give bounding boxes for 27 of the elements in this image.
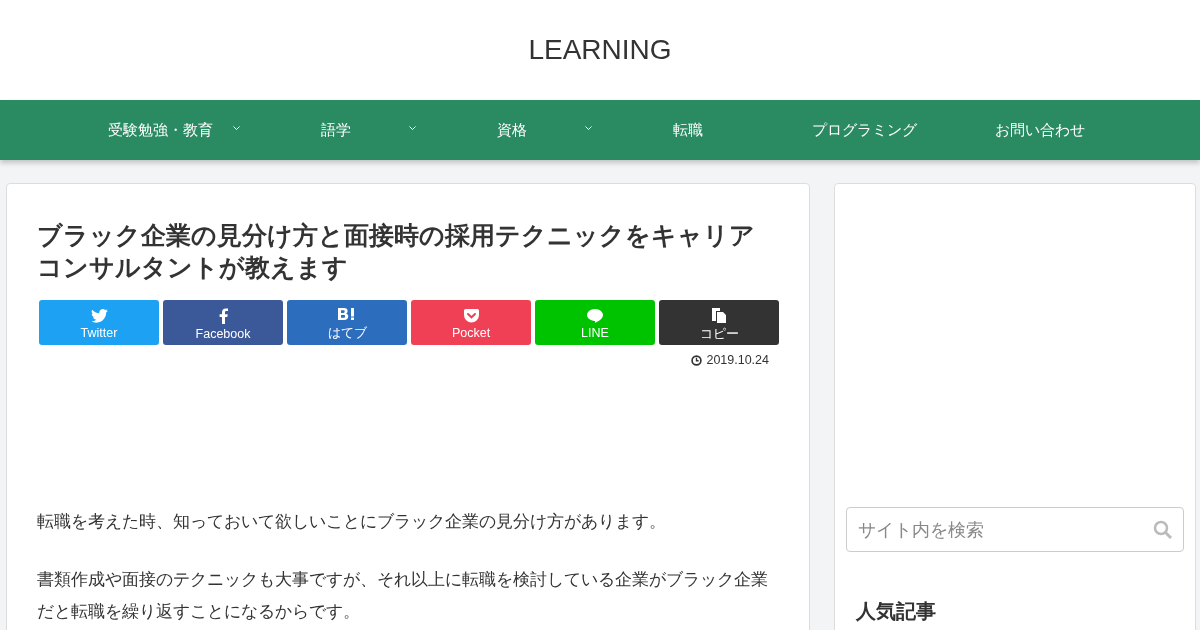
copy-icon <box>712 306 726 323</box>
share-button[interactable]: Twitter <box>39 300 159 345</box>
share-button[interactable]: はてブ <box>287 300 407 345</box>
paragraph: 転職を考えた時、知っておいて欲しいことにブラック企業の見分け方があります。 <box>37 510 667 533</box>
hatena-mark-icon <box>338 307 356 322</box>
article-title: ブラック企業の見分け方と面接時の採用テクニックをキャリアコンサルタントが教えます <box>37 220 756 284</box>
letter-f-icon <box>218 308 228 324</box>
pocket-icon <box>463 309 479 323</box>
nav-item[interactable]: 受験勉強・教育 <box>72 100 248 160</box>
share-button[interactable]: コピー <box>659 300 779 345</box>
share-button[interactable]: Facebook <box>163 300 283 345</box>
nav-item[interactable]: 語学 <box>248 100 424 160</box>
clock-icon <box>691 354 703 366</box>
nav-item[interactable]: 転職 <box>600 100 776 160</box>
search-field[interactable]: サイト内を検索 <box>846 507 1184 552</box>
nav-item[interactable]: プログラミング <box>776 100 952 160</box>
paragraph: 書類作成や面接のテクニックも大事ですが、それ以上に転職を検討している企業がブラック企業だと転職を繰り返すことになるからです。 <box>37 568 769 623</box>
share-button[interactable]: LINE <box>535 300 655 345</box>
post-date: 2019.10.24 <box>691 353 769 367</box>
share-button[interactable]: Pocket <box>411 300 531 345</box>
nav-item[interactable]: お問い合わせ <box>952 100 1128 160</box>
search-icon[interactable] <box>1153 520 1173 540</box>
nav-item[interactable]: 資格 <box>424 100 600 160</box>
sidebar-heading: 人気記事 <box>856 598 937 625</box>
speech-bubble-icon <box>587 309 603 323</box>
site-title[interactable]: LEARNING <box>528 34 672 66</box>
bird-icon <box>90 309 108 323</box>
